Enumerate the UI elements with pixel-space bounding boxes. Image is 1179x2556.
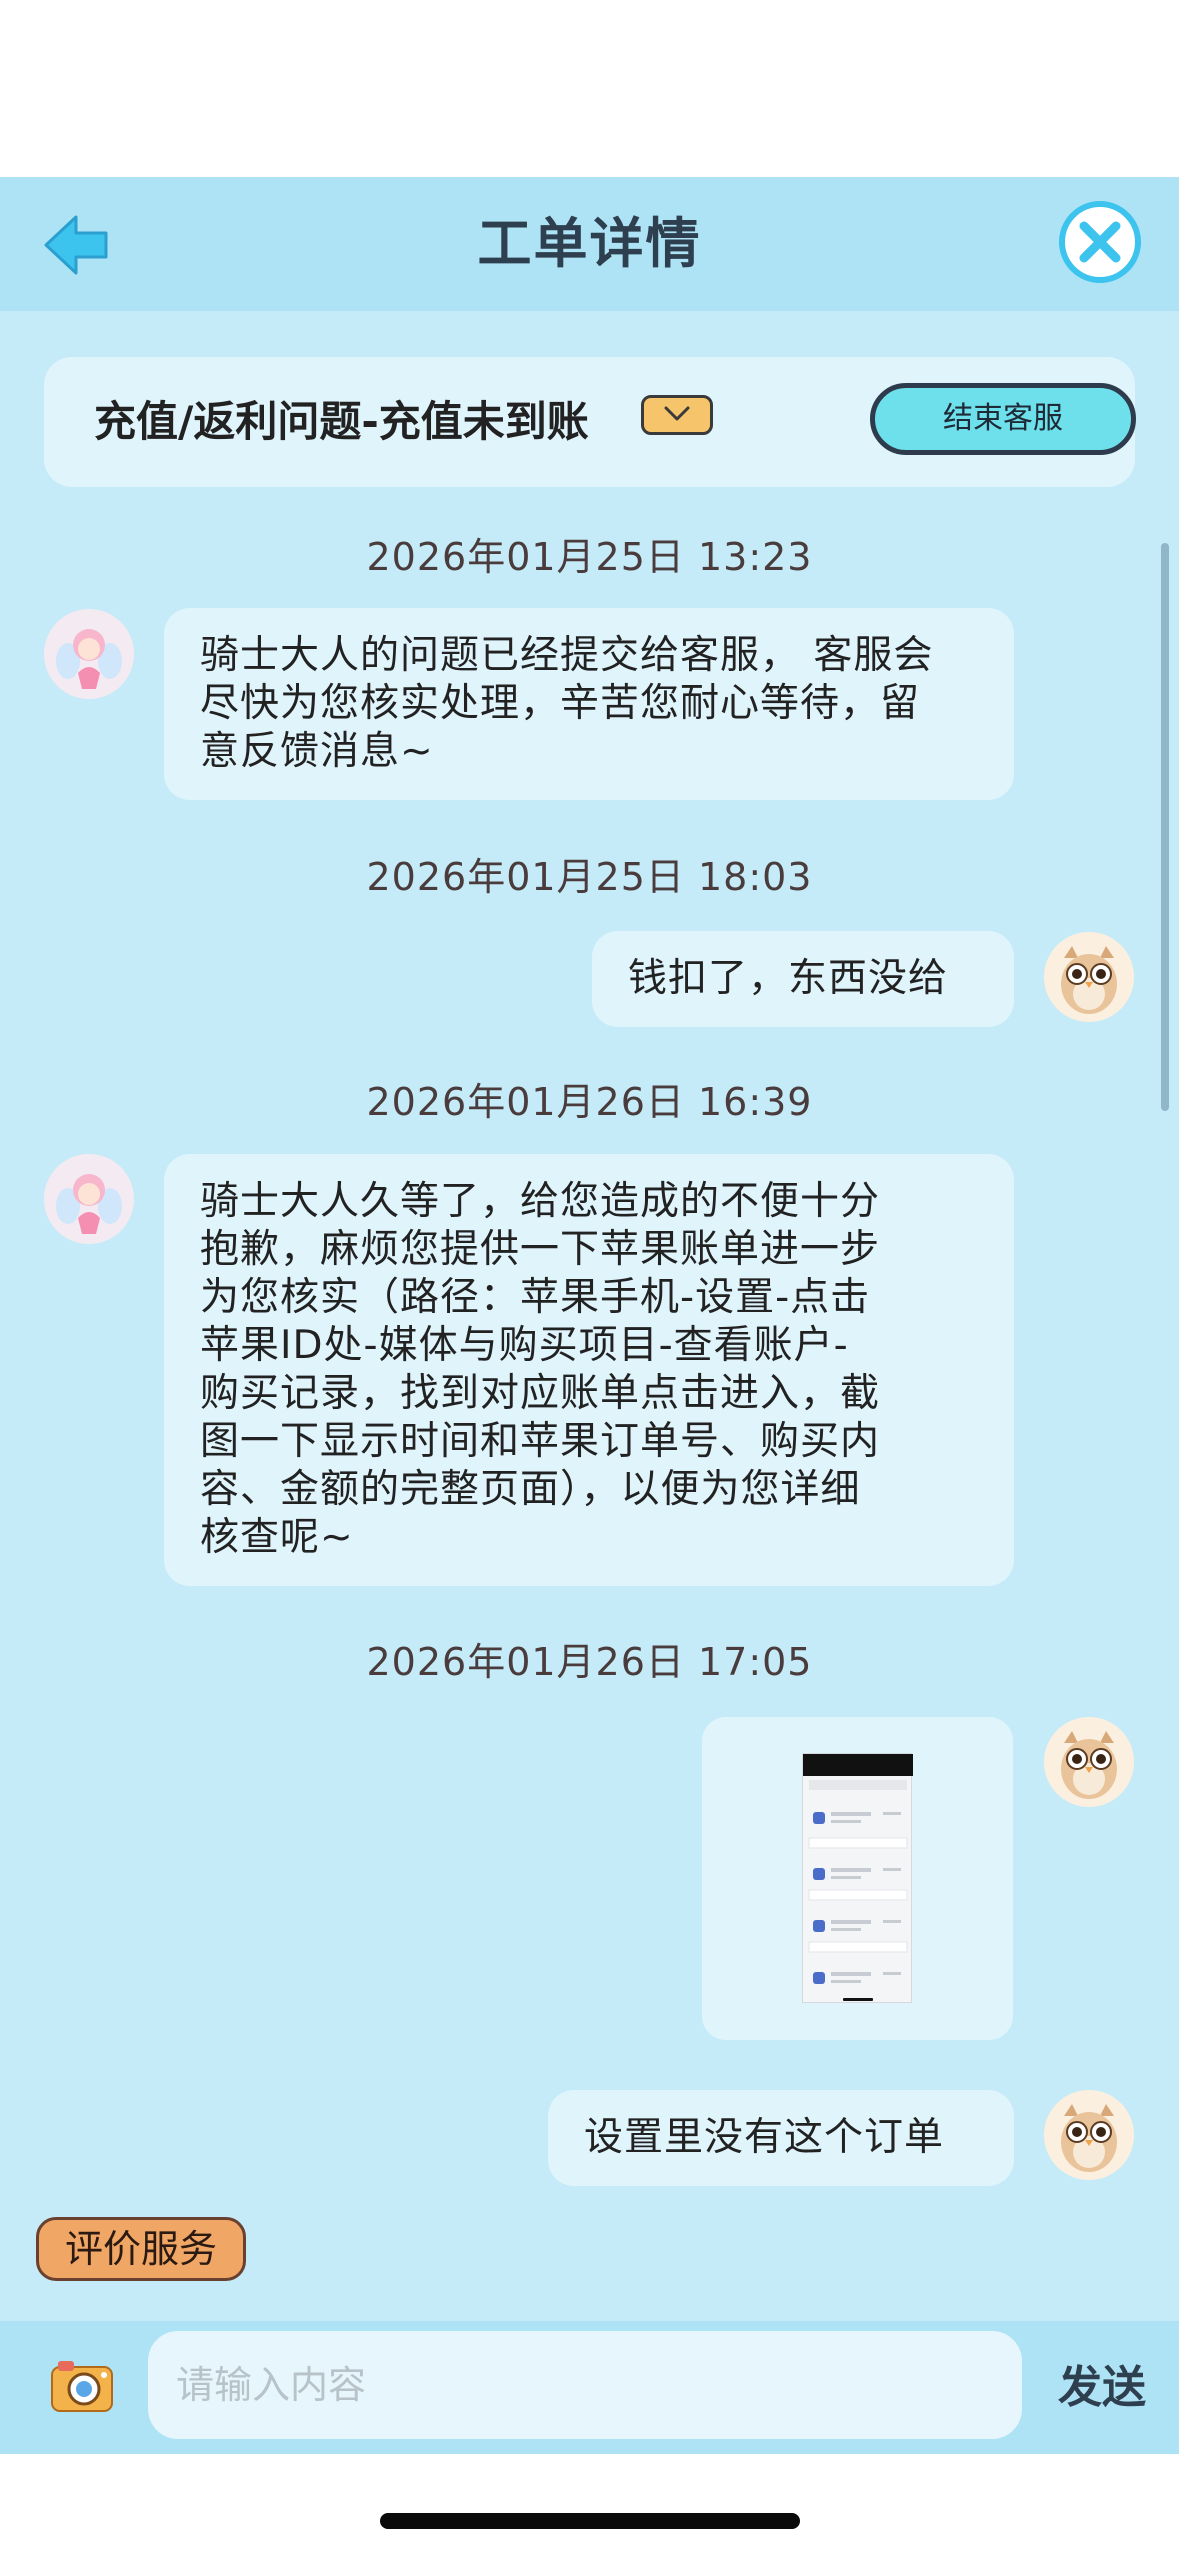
user-avatar — [1044, 1717, 1134, 1807]
scrollbar[interactable] — [1161, 543, 1169, 1111]
user-avatar — [1044, 932, 1134, 1022]
rate-service-button[interactable]: 评价服务 — [36, 2217, 246, 2281]
message-timestamp: 2026年01月26日 16:39 — [366, 1080, 813, 1124]
message-timestamp: 2026年01月26日 17:05 — [366, 1640, 813, 1684]
agent-avatar — [44, 1154, 134, 1244]
chat-area[interactable]: 充值/返利问题-充值未到账 结束客服 2026年01月25日 13:23 骑士大… — [0, 311, 1179, 2321]
image-message-bubble[interactable] — [702, 1717, 1013, 2040]
user-message-bubble: 设置里没有这个订单 — [548, 2090, 1014, 2186]
message-timestamp: 2026年01月25日 18:03 — [366, 855, 813, 899]
topic-bar: 充值/返利问题-充值未到账 结束客服 — [44, 357, 1136, 487]
message-timestamp: 2026年01月25日 13:23 — [366, 535, 813, 579]
header-bar: 工单详情 — [0, 177, 1179, 311]
page-title: 工单详情 — [477, 212, 702, 275]
agent-message-bubble: 骑士大人的问题已经提交给客服， 客服会 尽快为您核实处理，辛苦您耐心等待，留 意… — [164, 608, 1014, 800]
screenshot-thumbnail[interactable] — [802, 1753, 913, 2003]
close-circle-icon[interactable] — [1057, 199, 1143, 285]
chevron-down-icon[interactable] — [641, 395, 713, 435]
user-message-bubble: 钱扣了，东西没给 — [592, 931, 1014, 1027]
user-avatar — [1044, 2090, 1134, 2180]
agent-avatar — [44, 609, 134, 699]
send-button[interactable]: 发送 — [1042, 2321, 1162, 2454]
message-input[interactable] — [148, 2331, 1022, 2439]
input-bar: 发送 — [0, 2321, 1179, 2454]
end-service-button[interactable]: 结束客服 — [870, 383, 1136, 455]
camera-icon[interactable] — [50, 2357, 114, 2413]
home-indicator — [380, 2513, 800, 2529]
screen: 工单详情 充值/返利问题-充值未到账 结束客服 2026年01月25日 13:2… — [0, 0, 1179, 2556]
topic-title: 充值/返利问题-充值未到账 — [94, 397, 589, 446]
agent-message-bubble: 骑士大人久等了，给您造成的不便十分 抱歉，麻烦您提供一下苹果账单进一步 为您核实… — [164, 1154, 1014, 1586]
